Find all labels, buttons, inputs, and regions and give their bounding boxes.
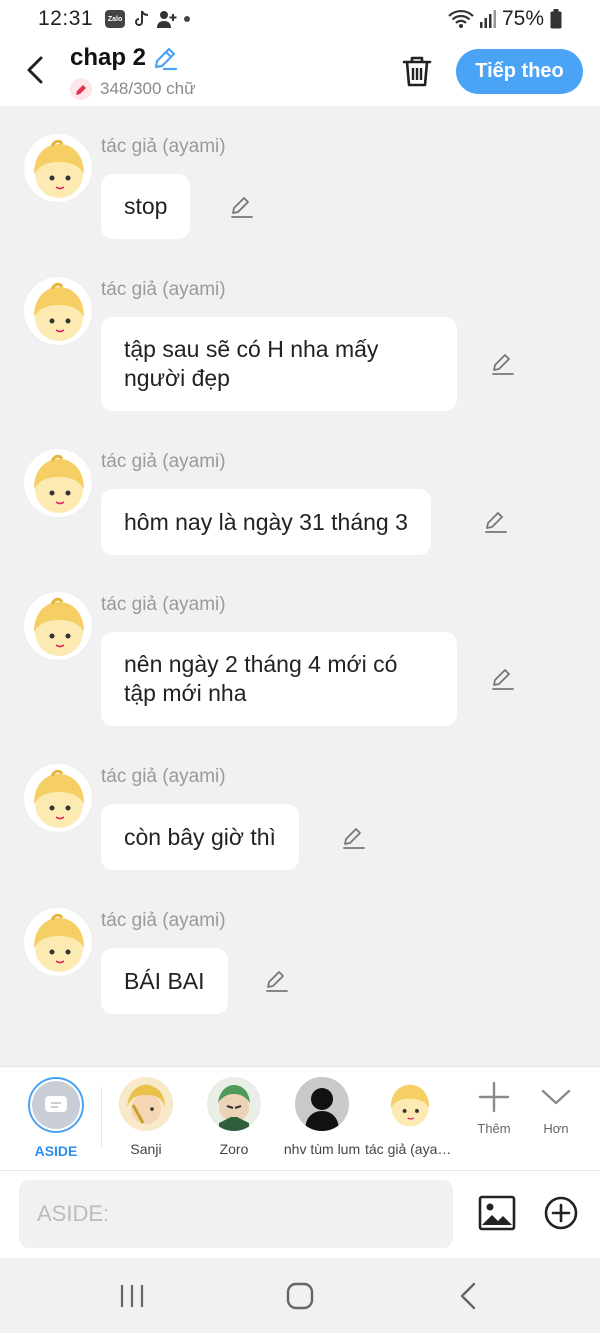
delete-button[interactable] — [400, 52, 434, 90]
chevron-left-icon — [460, 1282, 476, 1310]
character-name: tác giả (ayami) — [365, 1141, 455, 1157]
author-name: tác giả (ayami) — [101, 910, 226, 931]
home-icon — [286, 1282, 314, 1310]
character-name: Zoro — [219, 1141, 249, 1157]
status-right: 75% — [448, 7, 562, 31]
message-text: hôm nay là ngày 31 tháng 3 — [124, 508, 408, 535]
word-count-row: 348/300 chữ — [70, 78, 196, 100]
image-icon — [478, 1195, 516, 1231]
character-aside[interactable]: ASIDE — [11, 1077, 101, 1159]
message-bubble[interactable]: BÁI BAI — [101, 948, 228, 1014]
pencil-icon — [154, 47, 178, 71]
message-bubble[interactable]: tập sau sẽ có H nha mấy người đẹp — [101, 317, 457, 411]
author-avatar[interactable] — [23, 448, 93, 518]
author-avatar[interactable] — [23, 763, 93, 833]
trash-icon — [402, 56, 432, 87]
pencil-icon — [343, 828, 365, 849]
chevron-down-icon — [541, 1089, 571, 1105]
author-name: tác giả (ayami) — [101, 594, 226, 615]
aside-avatar — [28, 1077, 84, 1133]
message-text: BÁI BAI — [124, 967, 205, 994]
pencil-icon — [231, 197, 253, 218]
message-text: nên ngày 2 tháng 4 mới có tập mới nha — [124, 651, 398, 706]
author-name: tác giả (ayami) — [101, 136, 226, 157]
edit-message-button[interactable] — [490, 351, 516, 377]
author-avatar[interactable] — [23, 133, 93, 203]
author-name: tác giả (ayami) — [101, 451, 226, 472]
battery-percent: 75% — [501, 7, 544, 30]
message-text: stop — [124, 193, 168, 219]
chevron-left-icon — [27, 56, 43, 84]
add-character-button[interactable]: Thêm — [464, 1081, 524, 1136]
edit-message-button[interactable] — [264, 968, 290, 994]
home-button[interactable] — [280, 1278, 320, 1314]
author-name: tác giả (ayami) — [101, 279, 226, 300]
recent-apps-button[interactable] — [112, 1278, 152, 1314]
status-bar: 12:31 Zalo 75% — [0, 0, 600, 38]
chat-area[interactable]: tác giả (ayami) stop tác giả (ayami) tập… — [0, 106, 600, 1066]
edit-message-button[interactable] — [341, 825, 367, 851]
character-bar: ASIDE Sanji Zoro nhv tùm lum tác giả (ay… — [0, 1066, 600, 1170]
message-text: còn bây giờ thì — [124, 823, 276, 850]
add-button[interactable] — [543, 1195, 579, 1231]
author-avatar — [383, 1077, 437, 1131]
editor-header: chap 2 348/300 chữ Tiếp theo — [0, 38, 600, 106]
notification-icons: Zalo — [105, 9, 191, 29]
character-tac-gia[interactable]: tác giả (ayami) — [365, 1077, 455, 1157]
message-bubble[interactable]: hôm nay là ngày 31 tháng 3 — [101, 489, 431, 555]
author-avatar[interactable] — [23, 907, 93, 977]
back-button[interactable] — [18, 50, 52, 90]
tool-label: Hơn — [543, 1121, 569, 1136]
pencil-icon — [485, 512, 507, 533]
input-row — [0, 1170, 600, 1258]
status-time: 12:31 — [38, 7, 94, 30]
message-bubble[interactable]: còn bây giờ thì — [101, 804, 299, 870]
tool-label: Thêm — [477, 1121, 511, 1136]
author-avatar[interactable] — [23, 276, 93, 346]
character-name: Sanji — [130, 1141, 162, 1157]
insert-image-button[interactable] — [478, 1194, 516, 1232]
wifi-icon — [448, 9, 474, 28]
message-input[interactable] — [19, 1180, 453, 1248]
plus-icon — [478, 1081, 510, 1113]
more-button[interactable]: Hơn — [526, 1081, 586, 1136]
pencil-icon — [492, 354, 514, 375]
system-nav-bar — [0, 1258, 600, 1333]
silhouette-avatar — [295, 1077, 349, 1131]
pencil-badge-icon — [70, 78, 92, 100]
zalo-icon: Zalo — [105, 10, 126, 28]
next-button[interactable]: Tiếp theo — [456, 49, 583, 94]
signal-icon — [479, 10, 496, 28]
character-zoro[interactable]: Zoro — [189, 1077, 279, 1157]
edit-message-button[interactable] — [490, 666, 516, 692]
system-back-button[interactable] — [448, 1278, 488, 1314]
zoro-avatar — [207, 1077, 261, 1131]
message-bubble[interactable]: nên ngày 2 tháng 4 mới có tập mới nha — [101, 632, 457, 726]
pencil-icon — [492, 669, 514, 690]
word-count: 348/300 chữ — [100, 79, 196, 98]
chapter-title: chap 2 — [70, 44, 147, 71]
pencil-icon — [266, 971, 288, 992]
plus-circle-icon — [544, 1196, 578, 1230]
edit-title-button[interactable] — [152, 45, 178, 71]
message-icon — [45, 1096, 67, 1112]
person-add-icon — [157, 11, 177, 28]
recents-icon — [120, 1285, 144, 1307]
author-name: tác giả (ayami) — [101, 766, 226, 787]
character-name: ASIDE — [34, 1143, 78, 1159]
battery-icon — [550, 9, 562, 29]
author-avatar[interactable] — [23, 591, 93, 661]
message-bubble[interactable]: stop — [101, 174, 191, 239]
dot-icon — [184, 16, 191, 22]
character-name: nhv tùm lum — [283, 1141, 361, 1157]
chapter-title-row: chap 2 — [70, 44, 178, 72]
sanji-avatar — [119, 1077, 173, 1131]
character-nhv[interactable]: nhv tùm lum — [277, 1077, 367, 1157]
character-sanji[interactable]: Sanji — [101, 1077, 191, 1157]
tiktok-icon — [135, 10, 149, 26]
edit-message-button[interactable] — [229, 194, 255, 220]
message-text: tập sau sẽ có H nha mấy người đẹp — [124, 336, 379, 391]
edit-message-button[interactable] — [483, 509, 509, 535]
